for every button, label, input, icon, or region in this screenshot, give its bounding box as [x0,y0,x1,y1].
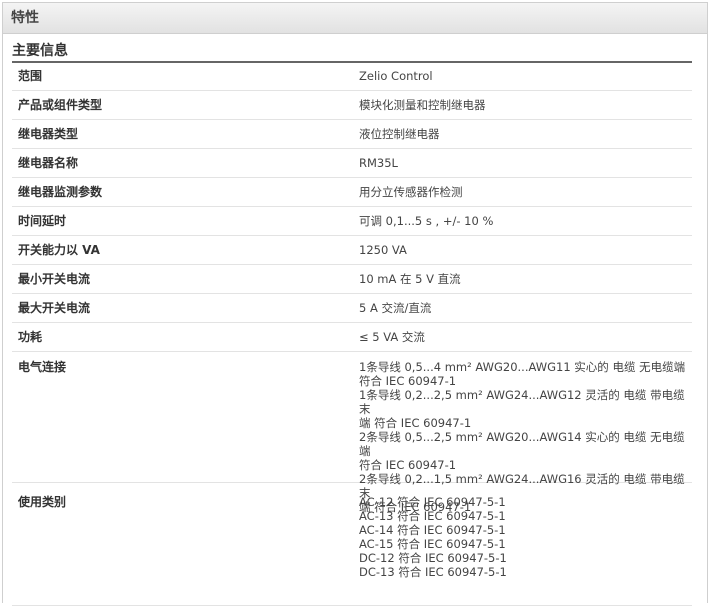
spec-value: 1条导线 0,5...4 mm² AWG20...AWG11 实心的 电缆 无电… [359,360,686,514]
spec-value: 10 mA 在 5 V 直流 [359,272,461,286]
spec-value: AC-12 符合 IEC 60947-5-1 AC-13 符合 IEC 6094… [359,495,507,579]
spec-row-utilisation-category: 使用类别 AC-12 符合 IEC 60947-5-1 AC-13 符合 IEC… [12,483,692,606]
spec-key: 最小开关电流 [18,272,91,286]
spec-row-monitored-parameter: 继电器监测参数 用分立传感器作检测 [12,178,692,207]
spec-row-switching-capacity: 开关能力以 VA 1250 VA [12,236,692,265]
spec-row-time-delay: 时间延时 可调 0,1...5 s , +/- 10 % [12,207,692,236]
spec-value: 可调 0,1...5 s , +/- 10 % [359,214,494,228]
spec-row-relay-name: 继电器名称 RM35L [12,149,692,178]
spec-row-power-consumption: 功耗 ≤ 5 VA 交流 [12,323,692,352]
spec-value: 模块化测量和控制继电器 [359,98,486,112]
spec-value: 1250 VA [359,243,407,257]
spec-key: 继电器名称 [18,156,79,170]
spec-key: 继电器监测参数 [18,185,103,199]
spec-key: 功耗 [18,330,43,344]
spec-row-max-switching-current: 最大开关电流 5 A 交流/直流 [12,294,692,323]
spec-key: 时间延时 [18,214,67,228]
spec-key: 使用类别 [18,495,67,509]
spec-key: 开关能力以 VA [18,243,100,257]
spec-row-relay-type: 继电器类型 液位控制继电器 [12,120,692,149]
spec-row-min-switching-current: 最小开关电流 10 mA 在 5 V 直流 [12,265,692,294]
spec-row-product-type: 产品或组件类型 模块化测量和控制继电器 [12,91,692,120]
spec-value: ≤ 5 VA 交流 [359,330,425,344]
spec-key: 电气连接 [18,360,67,374]
spec-value: 用分立传感器作检测 [359,185,463,199]
spec-key: 最大开关电流 [18,301,91,315]
spec-key: 产品或组件类型 [18,98,103,112]
spec-key: 范围 [18,69,43,83]
spec-value: 液位控制继电器 [359,127,440,141]
panel-header: 特性 [3,3,707,34]
spec-row-range: 范围 Zelio Control [12,62,692,91]
section-title: 主要信息 [12,40,692,63]
spec-row-electrical-connection: 电气连接 1条导线 0,5...4 mm² AWG20...AWG11 实心的 … [12,352,692,514]
spec-key: 继电器类型 [18,127,79,141]
spec-table: 范围 Zelio Control 产品或组件类型 模块化测量和控制继电器 继电器… [12,62,692,606]
spec-value: RM35L [359,156,398,170]
spec-value: 5 A 交流/直流 [359,301,432,315]
spec-value: Zelio Control [359,69,433,83]
